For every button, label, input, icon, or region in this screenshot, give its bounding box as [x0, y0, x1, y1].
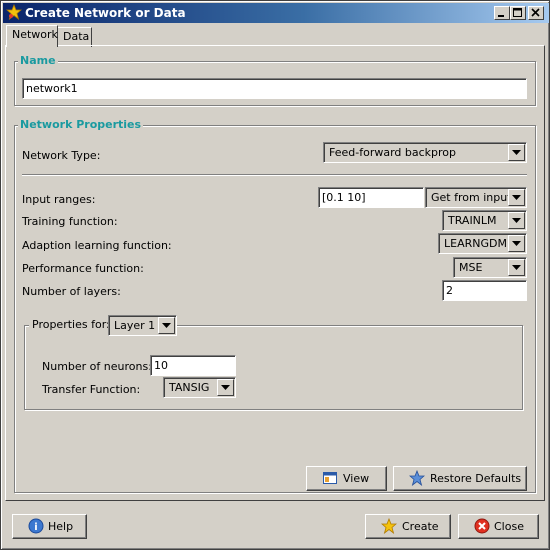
- number-of-layers-input[interactable]: 2: [442, 280, 527, 301]
- view-button[interactable]: View: [306, 466, 387, 491]
- close-circle-icon: [474, 518, 490, 537]
- adaption-function-label: Adaption learning function:: [22, 239, 172, 252]
- restore-defaults-button[interactable]: Restore Defaults: [393, 466, 527, 491]
- close-button[interactable]: Close: [458, 514, 539, 539]
- transfer-function-value: TANSIG: [169, 381, 210, 394]
- svg-text:i: i: [34, 522, 37, 533]
- number-of-neurons-label: Number of neurons:: [42, 360, 152, 373]
- name-input[interactable]: network1: [22, 78, 527, 99]
- number-of-neurons-input[interactable]: 10: [150, 355, 236, 376]
- chevron-down-icon[interactable]: [508, 212, 525, 229]
- help-button-label: Help: [48, 520, 74, 533]
- chevron-down-icon[interactable]: [508, 235, 525, 252]
- network-properties-title: Network Properties: [18, 118, 144, 131]
- input-ranges-label: Input ranges:: [22, 193, 96, 206]
- help-button[interactable]: i Help: [12, 514, 87, 539]
- adaption-function-select[interactable]: LEARNGDM: [438, 233, 527, 254]
- get-from-input-select[interactable]: Get from input:: [425, 187, 527, 208]
- view-button-label: View: [343, 472, 370, 485]
- star-icon: [380, 517, 398, 537]
- star-icon: [5, 3, 23, 21]
- minimize-button[interactable]: [494, 6, 510, 20]
- chevron-down-icon[interactable]: [508, 144, 525, 161]
- window-title: Create Network or Data: [25, 6, 186, 20]
- view-window-icon: [322, 470, 338, 489]
- tab-data-label: Data: [63, 30, 90, 43]
- chevron-down-icon[interactable]: [508, 259, 525, 276]
- transfer-function-select[interactable]: TANSIG: [163, 377, 236, 398]
- maximize-button[interactable]: [510, 6, 526, 20]
- training-function-value: TRAINLM: [448, 214, 497, 227]
- chevron-down-icon[interactable]: [217, 379, 234, 396]
- layer-select[interactable]: Layer 1: [108, 315, 177, 336]
- properties-for-label: Properties for:: [29, 315, 113, 335]
- network-type-value: Feed-forward backprop: [329, 146, 456, 159]
- title-bar[interactable]: Create Network or Data: [3, 3, 549, 23]
- star-icon: [408, 469, 426, 489]
- tab-network-label: Network: [12, 28, 58, 41]
- tab-network[interactable]: Network: [6, 25, 58, 47]
- training-function-label: Training function:: [22, 215, 118, 228]
- layer-select-value: Layer 1: [114, 319, 156, 332]
- network-type-label: Network Type:: [22, 149, 101, 162]
- create-button[interactable]: Create: [365, 514, 451, 539]
- training-function-select[interactable]: TRAINLM: [442, 210, 527, 231]
- network-properties-group: [14, 125, 536, 493]
- transfer-function-label: Transfer Function:: [42, 383, 141, 396]
- help-icon: i: [28, 518, 44, 537]
- chevron-down-icon[interactable]: [508, 189, 525, 206]
- adaption-function-value: LEARNGDM: [444, 237, 507, 250]
- close-button-label: Close: [494, 520, 524, 533]
- chevron-down-icon[interactable]: [158, 317, 175, 334]
- name-section-title: Name: [18, 54, 58, 67]
- dialog-window: Create Network or Data Network Data Name…: [0, 0, 550, 550]
- performance-function-value: MSE: [459, 261, 483, 274]
- number-of-layers-label: Number of layers:: [22, 285, 121, 298]
- close-window-button[interactable]: [528, 6, 544, 20]
- network-type-select[interactable]: Feed-forward backprop: [323, 142, 527, 163]
- restore-defaults-label: Restore Defaults: [430, 472, 522, 485]
- create-button-label: Create: [402, 520, 439, 533]
- properties-separator: [22, 174, 527, 176]
- input-ranges-input[interactable]: [0.1 10]: [318, 187, 424, 208]
- performance-function-label: Performance function:: [22, 262, 144, 275]
- tab-data[interactable]: Data: [58, 27, 92, 47]
- get-from-input-value: Get from input:: [431, 191, 516, 204]
- performance-function-select[interactable]: MSE: [453, 257, 527, 278]
